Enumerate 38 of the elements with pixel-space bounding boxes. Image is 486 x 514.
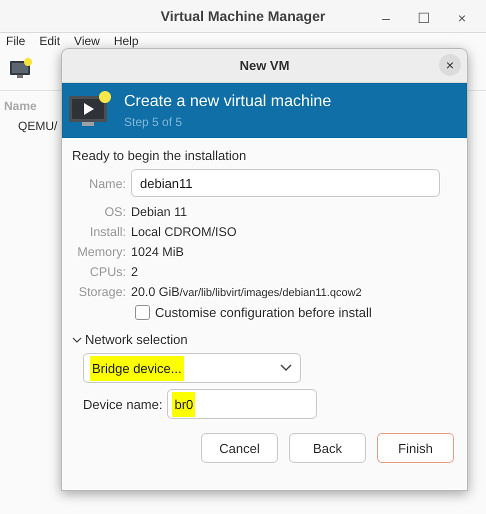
field-value: 2 xyxy=(131,265,139,279)
dialog-title: New VM xyxy=(240,58,290,73)
banner-subtitle: Step 5 of 5 xyxy=(124,114,184,128)
field-label: Install: xyxy=(88,225,126,239)
window-control[interactable]: – xyxy=(368,6,404,30)
section-heading: Ready to begin the installation xyxy=(72,148,248,163)
monitor-icon[interactable] xyxy=(9,58,33,80)
dialog-button[interactable]: Cancel xyxy=(201,433,278,463)
banner-title: Create a new virtual machine xyxy=(124,92,332,110)
field-label: Memory: xyxy=(76,245,126,259)
dialog-button[interactable]: Back xyxy=(289,433,366,463)
menu-item[interactable]: Edit xyxy=(39,34,60,48)
network-expander[interactable]: Network selection xyxy=(72,332,457,347)
menu-item[interactable]: Help xyxy=(114,34,139,48)
window-control[interactable]: × xyxy=(444,6,480,30)
window-title: Virtual Machine Manager xyxy=(160,8,326,24)
field-value: Debian 11 xyxy=(131,205,188,219)
device-name-field[interactable]: br0 xyxy=(167,389,318,419)
window-control[interactable]: ☐ xyxy=(406,6,442,30)
field-value: Local CDROM/ISO xyxy=(131,225,238,239)
customise-checkbox[interactable]: Customise configuration before install xyxy=(135,305,457,320)
dialog-button[interactable]: Finish xyxy=(377,433,454,463)
field-label: Name: xyxy=(88,177,126,191)
field-label: Storage: xyxy=(78,285,126,299)
close-button[interactable]: × xyxy=(439,54,461,76)
chevron-icon xyxy=(280,364,292,372)
network-dropdown[interactable]: Bridge device... xyxy=(83,353,301,383)
field-label: Device name: xyxy=(83,396,162,412)
menu-item[interactable]: File xyxy=(6,34,26,48)
name-field[interactable]: debian11 xyxy=(131,169,440,197)
field-value: 1024 MiB xyxy=(131,245,185,259)
field-label: CPUs: xyxy=(88,265,126,279)
menu-item[interactable]: View xyxy=(74,34,100,48)
chevron-icon xyxy=(72,334,82,344)
column-header: Name xyxy=(4,99,37,113)
field-value: 20.0 GiB/var/lib/libvirt/images/debian11.qcow2 xyxy=(131,285,363,299)
connection-row[interactable]: QEMU/ xyxy=(18,119,58,133)
field-label: OS: xyxy=(103,205,126,219)
